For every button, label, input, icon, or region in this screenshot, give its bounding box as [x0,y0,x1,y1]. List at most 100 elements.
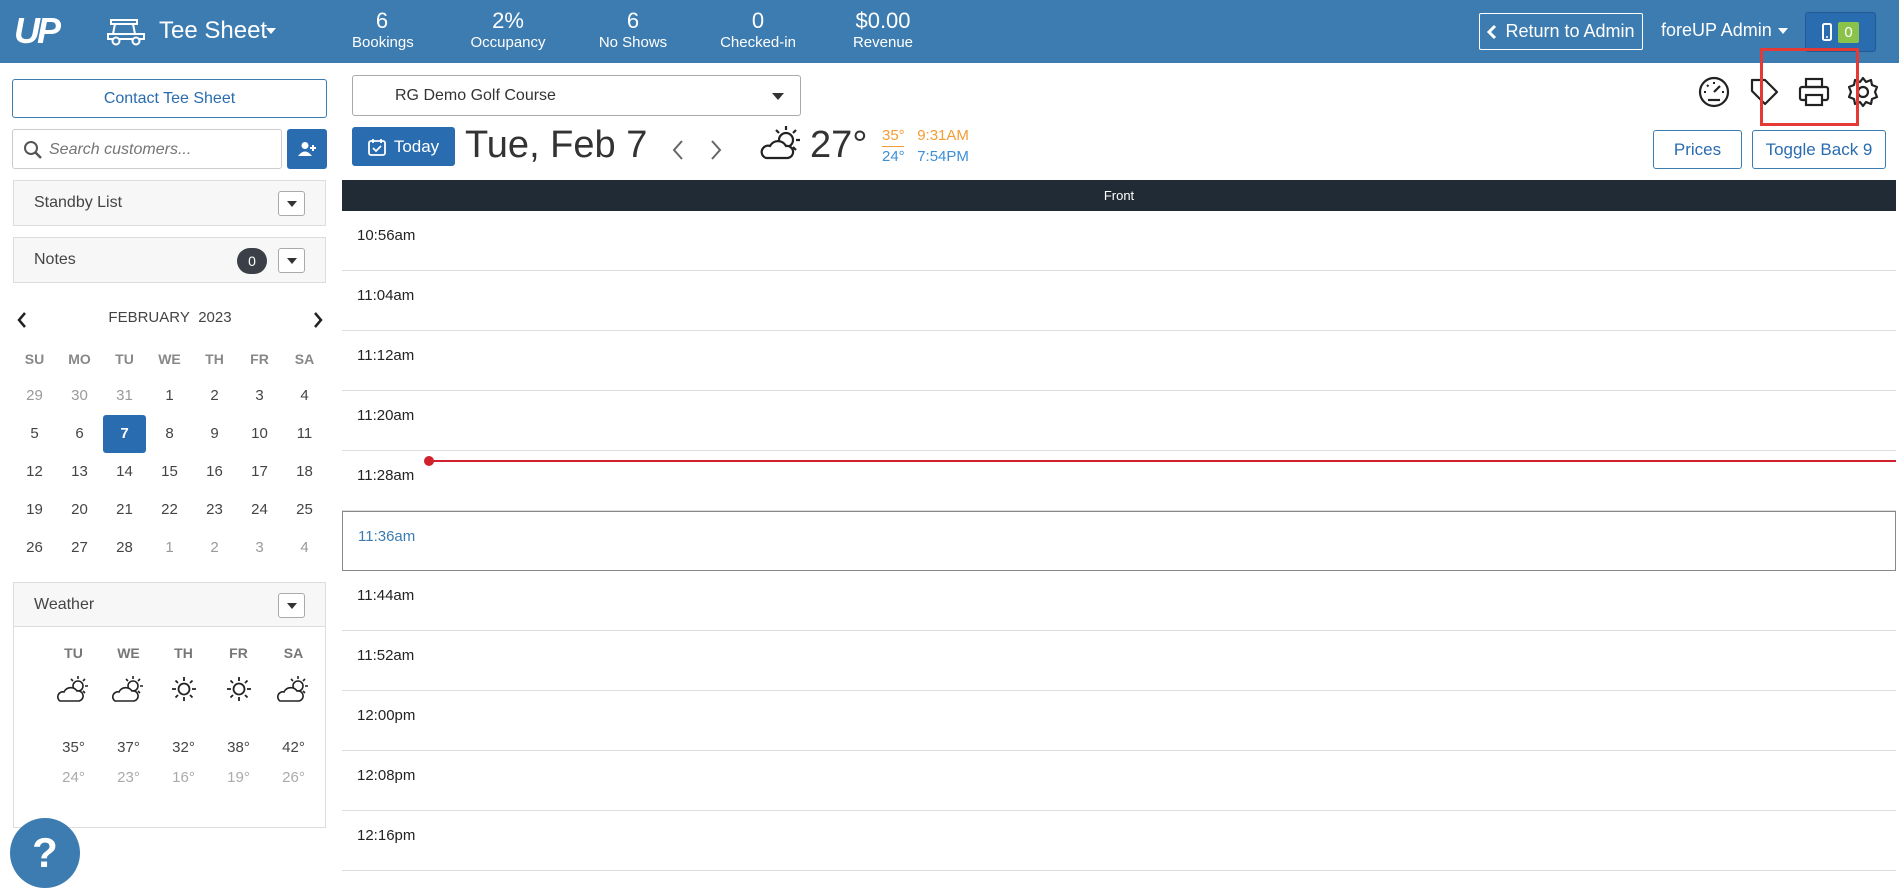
chevron-right-icon[interactable] [312,311,324,329]
calendar-day[interactable]: 5 [12,415,57,453]
caret-down-icon [286,257,297,264]
tee-time-label: 10:56am [357,227,416,244]
calendar-day[interactable]: 20 [57,491,102,529]
calendar-day[interactable]: 14 [102,453,147,491]
partly-cloudy-icon [46,675,101,727]
admin-menu[interactable]: foreUP Admin [1661,20,1788,41]
calendar-day[interactable]: 4 [282,377,327,415]
course-select[interactable]: RG Demo Golf Course [352,75,801,116]
stat-revenue: $0.00 Revenue [846,8,920,52]
calendar-day[interactable]: 10 [237,415,282,453]
calendar-dow: SA [294,351,315,367]
stat-value: 6 [375,8,389,33]
chevron-right-icon[interactable] [708,138,724,162]
mobile-button[interactable]: 0 [1805,12,1876,52]
help-button[interactable]: ? [10,818,80,888]
calendar-day[interactable]: 3 [237,377,282,415]
calendar-day[interactable]: 1 [147,529,192,567]
calendar-day[interactable]: 31 [102,377,147,415]
calendar-day[interactable]: 12 [12,453,57,491]
notes-dropdown-button[interactable] [278,248,305,273]
stat-value: 2% [492,8,524,33]
calendar-day[interactable]: 8 [147,415,192,453]
calendar-day[interactable]: 24 [237,491,282,529]
today-button[interactable]: Today [352,127,455,166]
stat-label: No Shows [598,34,668,51]
weather-day: TU [64,645,83,661]
tee-time-label: 11:04am [357,287,415,304]
stat-value: 0 [751,8,765,33]
calendar-day[interactable]: 28 [102,529,147,567]
golf-cart-icon[interactable] [105,16,147,46]
calendar-day-selected[interactable]: 7 [103,415,146,453]
tee-time-row[interactable]: 11:04am [342,271,1896,331]
calendar-day[interactable]: 23 [192,491,237,529]
calendar-day[interactable]: 21 [102,491,147,529]
tee-time-row-selected[interactable]: 11:36am [342,511,1896,571]
tee-time-row[interactable]: 12:08pm [342,751,1896,811]
chevron-left-icon[interactable] [670,138,686,162]
calendar-day[interactable]: 26 [12,529,57,567]
tee-time-row[interactable]: 12:00pm [342,691,1896,751]
tee-time-row[interactable]: 12:16pm [342,811,1896,871]
tee-time-row[interactable]: 11:12am [342,331,1896,391]
partly-cloudy-icon [760,126,800,160]
tee-time-label: 12:00pm [357,707,416,724]
return-to-admin-button[interactable]: Return to Admin [1479,13,1643,50]
logo[interactable]: UP [14,10,61,52]
stat-value: $0.00 [855,8,911,33]
course-select-value: RG Demo Golf Course [395,86,556,104]
tee-time-row[interactable]: 11:52am [342,631,1896,691]
app-title[interactable]: Tee Sheet [159,17,267,45]
calendar-day[interactable]: 22 [147,491,192,529]
current-date: Tue, Feb 7 [465,124,648,166]
calendar-dow: MO [68,351,91,367]
weather-forecast: TU WE TH FR SA 35° 37° 32° 38° 42° 24° 23° 16° 19° 26° [14,645,325,786]
standby-dropdown-button[interactable] [278,191,305,216]
calendar-day[interactable]: 19 [12,491,57,529]
mini-calendar: FEBRUARY 2023 SU MO TU WE TH FR SA 29 30 31 1 2 3 4 5 6… [12,305,328,567]
stat-checked-in: 0 Checked-in [716,8,800,52]
prices-button[interactable]: Prices [1653,130,1742,169]
caret-down-icon [286,602,297,609]
partly-cloudy-icon [101,675,156,727]
calendar-month: FEBRUARY [108,309,190,326]
calendar-day[interactable]: 18 [282,453,327,491]
phone-icon [1822,23,1833,41]
calendar-day[interactable]: 3 [237,529,282,567]
weather-dropdown-button[interactable] [278,593,305,618]
caret-down-icon[interactable] [266,28,276,34]
tee-time-row[interactable]: 11:20am [342,391,1896,451]
calendar-day[interactable]: 16 [192,453,237,491]
weather-day: SA [283,645,304,661]
calendar-day[interactable]: 13 [57,453,102,491]
dashboard-gauge-icon[interactable] [1697,75,1731,109]
tee-time-row[interactable]: 11:44am [342,571,1896,631]
weather-low: 26° [282,769,305,786]
calendar-day[interactable]: 1 [147,377,192,415]
calendar-day[interactable]: 27 [57,529,102,567]
search-input[interactable] [49,138,269,162]
tee-time-label: 11:20am [357,407,415,424]
tee-time-row[interactable]: 10:56am [342,211,1896,271]
add-customer-button[interactable] [287,129,327,169]
calendar-day[interactable]: 9 [192,415,237,453]
calendar-day[interactable]: 2 [192,377,237,415]
calendar-grid: SU MO TU WE TH FR SA 29 30 31 1 2 3 4 5 6 7 8 9 10 11 12 13 14 1… [12,351,328,567]
calendar-day[interactable]: 17 [237,453,282,491]
toggle-back-9-button[interactable]: Toggle Back 9 [1752,130,1886,169]
admin-label: foreUP Admin [1661,20,1772,40]
calendar-day[interactable]: 25 [282,491,327,529]
calendar-day[interactable]: 15 [147,453,192,491]
calendar-day[interactable]: 11 [282,415,327,453]
tee-time-label: 11:36am [358,528,416,545]
calendar-day[interactable]: 2 [192,529,237,567]
calendar-day[interactable]: 30 [57,377,102,415]
calendar-day[interactable]: 4 [282,529,327,567]
contact-tee-sheet-button[interactable]: Contact Tee Sheet [12,79,327,118]
weather-high: 32° [172,739,195,756]
calendar-day[interactable]: 6 [57,415,102,453]
calendar-month-year: FEBRUARY 2023 [12,309,328,326]
search-icon [24,141,42,159]
calendar-day[interactable]: 29 [12,377,57,415]
